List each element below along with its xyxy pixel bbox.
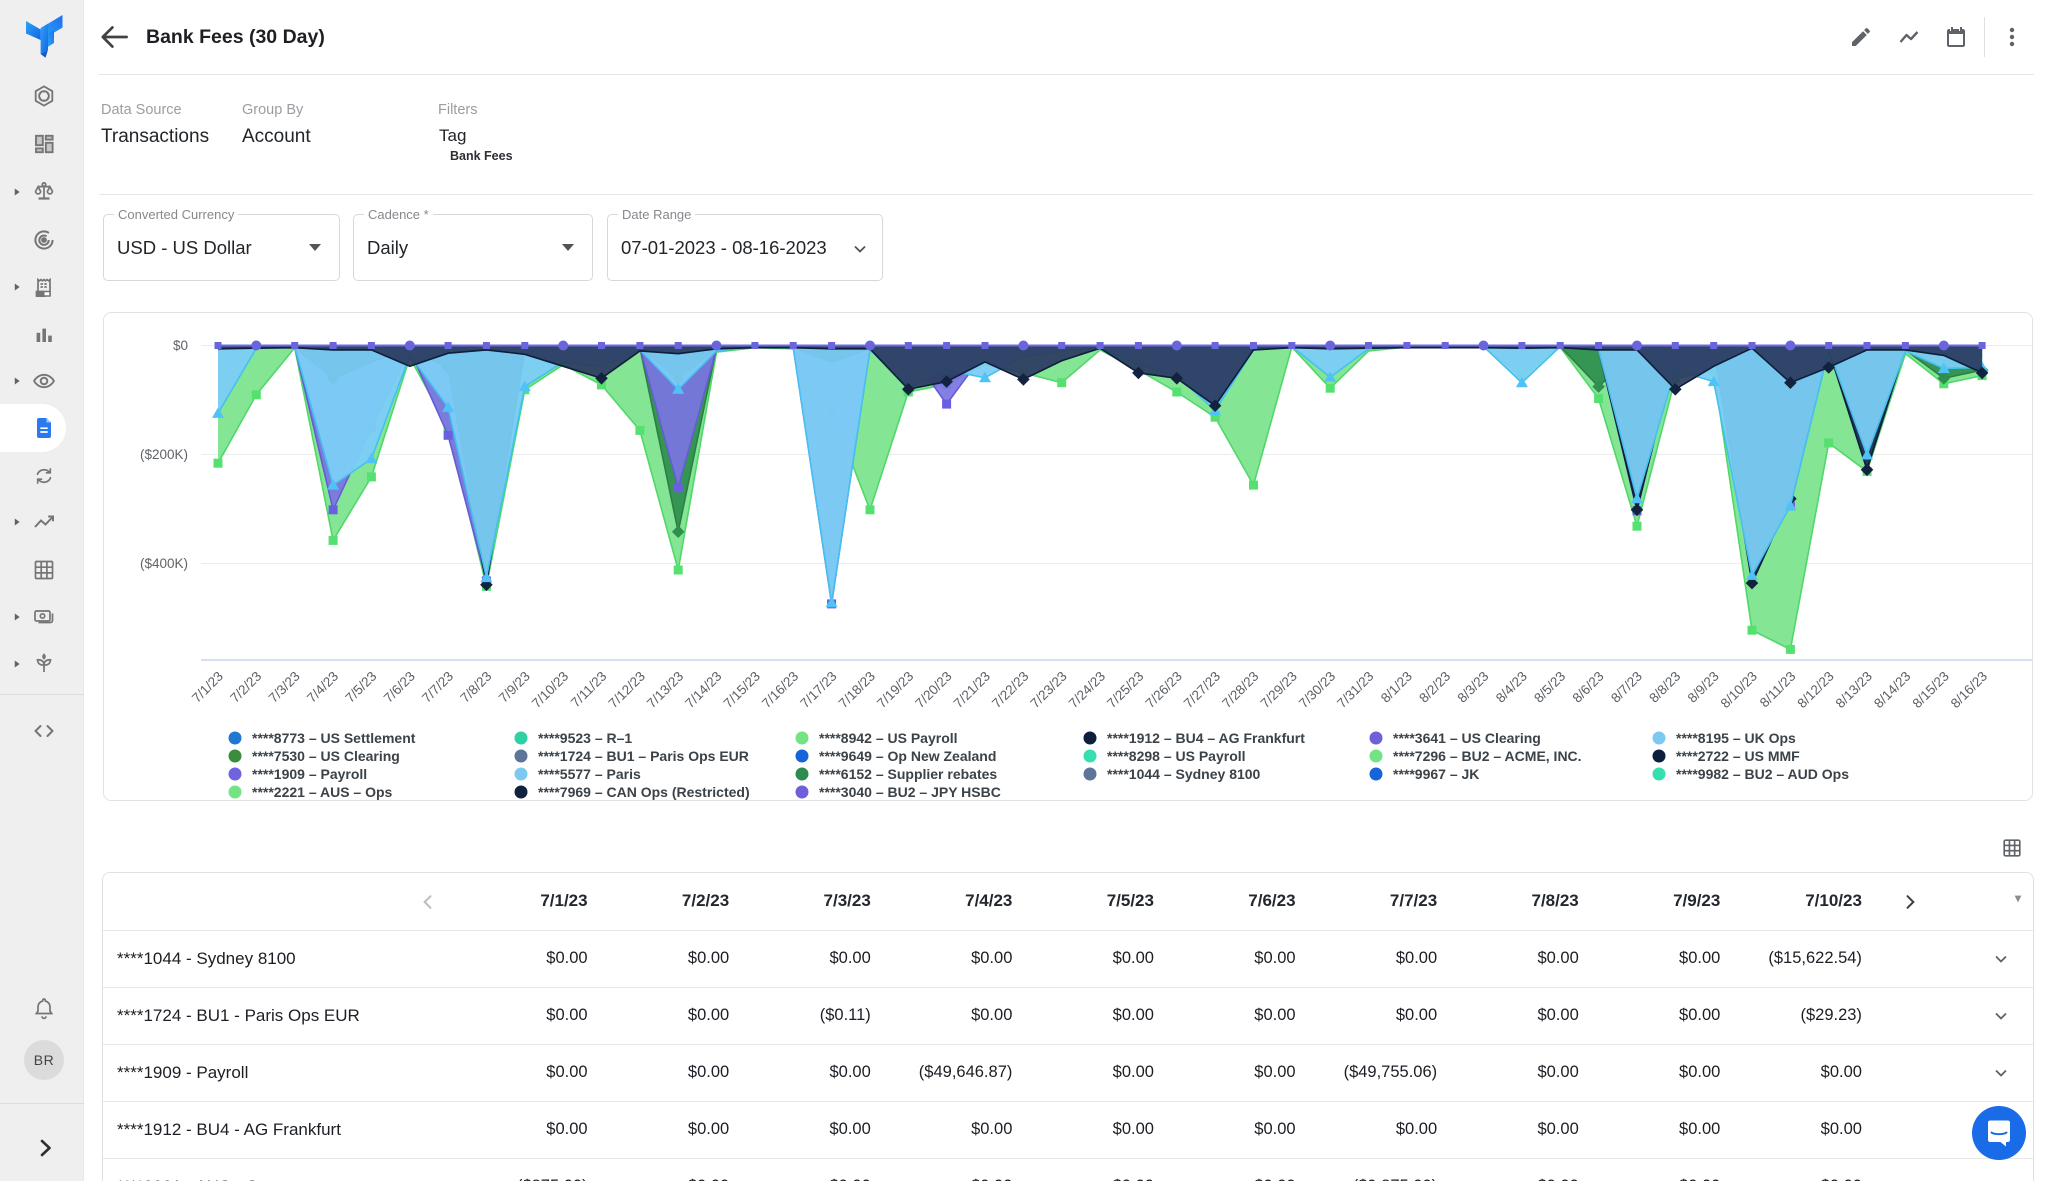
svg-text:7/29/23: 7/29/23 — [1257, 669, 1299, 711]
svg-text:****1909 – Payroll: ****1909 – Payroll — [252, 766, 367, 782]
svg-text:7/30/23: 7/30/23 — [1296, 669, 1338, 711]
svg-text:8/3/23: 8/3/23 — [1454, 669, 1491, 706]
svg-text:7/7/23: 7/7/23 — [419, 669, 456, 706]
svg-text:7/27/23: 7/27/23 — [1181, 669, 1223, 711]
svg-text:7/6/23: 7/6/23 — [381, 669, 418, 706]
svg-text:****9649 – Op New Zealand: ****9649 – Op New Zealand — [819, 748, 996, 764]
svg-text:8/13/23: 8/13/23 — [1833, 669, 1875, 711]
svg-text:****9982 – BU2 – AUD Ops: ****9982 – BU2 – AUD Ops — [1676, 766, 1849, 782]
svg-text:****7530 – US Clearing: ****7530 – US Clearing — [252, 748, 400, 764]
svg-text:****3641 – US Clearing: ****3641 – US Clearing — [1393, 730, 1541, 746]
svg-text:7/26/23: 7/26/23 — [1142, 669, 1184, 711]
svg-text:7/8/23: 7/8/23 — [457, 669, 494, 706]
svg-text:7/9/23: 7/9/23 — [496, 669, 533, 706]
svg-text:8/4/23: 8/4/23 — [1493, 669, 1530, 706]
svg-text:****1044 – Sydney 8100: ****1044 – Sydney 8100 — [1107, 766, 1261, 782]
svg-text:7/17/23: 7/17/23 — [797, 669, 839, 711]
svg-text:****1724 – BU1 – Paris Ops EUR: ****1724 – BU1 – Paris Ops EUR — [538, 748, 749, 764]
svg-text:****3040 – BU2 – JPY HSBC: ****3040 – BU2 – JPY HSBC — [819, 784, 1001, 800]
svg-text:7/22/23: 7/22/23 — [989, 669, 1031, 711]
svg-text:****8773 – US Settlement: ****8773 – US Settlement — [252, 730, 416, 746]
svg-text:7/14/23: 7/14/23 — [682, 669, 724, 711]
svg-text:8/9/23: 8/9/23 — [1685, 669, 1722, 706]
svg-text:7/24/23: 7/24/23 — [1066, 669, 1108, 711]
svg-text:7/23/23: 7/23/23 — [1027, 669, 1069, 711]
svg-text:7/15/23: 7/15/23 — [721, 669, 763, 711]
svg-text:7/1/23: 7/1/23 — [189, 669, 226, 706]
svg-text:7/16/23: 7/16/23 — [759, 669, 801, 711]
svg-text:****8195 – UK Ops: ****8195 – UK Ops — [1676, 730, 1796, 746]
svg-text:($200K): ($200K) — [140, 447, 188, 462]
svg-text:7/4/23: 7/4/23 — [304, 669, 341, 706]
svg-text:****8942 – US Payroll: ****8942 – US Payroll — [819, 730, 958, 746]
svg-text:7/31/23: 7/31/23 — [1334, 669, 1376, 711]
svg-text:7/5/23: 7/5/23 — [342, 669, 379, 706]
svg-text:7/12/23: 7/12/23 — [606, 669, 648, 711]
svg-text:($400K): ($400K) — [140, 556, 188, 571]
svg-text:$0: $0 — [173, 338, 188, 353]
svg-text:7/21/23: 7/21/23 — [951, 669, 993, 711]
svg-text:8/14/23: 8/14/23 — [1871, 669, 1913, 711]
svg-text:7/11/23: 7/11/23 — [568, 669, 610, 711]
svg-text:8/15/23: 8/15/23 — [1909, 669, 1951, 711]
svg-text:8/7/23: 8/7/23 — [1608, 669, 1645, 706]
svg-text:8/6/23: 8/6/23 — [1570, 669, 1607, 706]
svg-text:7/18/23: 7/18/23 — [836, 669, 878, 711]
svg-text:8/8/23: 8/8/23 — [1646, 669, 1683, 706]
svg-text:7/10/23: 7/10/23 — [529, 669, 571, 711]
svg-text:8/2/23: 8/2/23 — [1416, 669, 1453, 706]
svg-text:8/1/23: 8/1/23 — [1378, 669, 1415, 706]
svg-text:7/19/23: 7/19/23 — [874, 669, 916, 711]
svg-text:7/25/23: 7/25/23 — [1104, 669, 1146, 711]
svg-text:****9523 – R–1: ****9523 – R–1 — [538, 730, 632, 746]
svg-text:8/5/23: 8/5/23 — [1531, 669, 1568, 706]
svg-text:****8298 – US Payroll: ****8298 – US Payroll — [1107, 748, 1246, 764]
svg-text:****2221 – AUS – Ops: ****2221 – AUS – Ops — [252, 784, 393, 800]
svg-text:8/16/23: 8/16/23 — [1948, 669, 1990, 711]
svg-text:7/28/23: 7/28/23 — [1219, 669, 1261, 711]
svg-text:****9967 – JK: ****9967 – JK — [1393, 766, 1479, 782]
svg-text:7/20/23: 7/20/23 — [912, 669, 954, 711]
svg-text:8/11/23: 8/11/23 — [1757, 669, 1799, 711]
svg-text:****1912 – BU4 – AG Frankfurt: ****1912 – BU4 – AG Frankfurt — [1107, 730, 1305, 746]
svg-text:****7296 – BU2 – ACME, INC.: ****7296 – BU2 – ACME, INC. — [1393, 748, 1582, 764]
svg-text:****7969 – CAN Ops (Restricted: ****7969 – CAN Ops (Restricted) — [538, 784, 750, 800]
svg-text:7/2/23: 7/2/23 — [227, 669, 264, 706]
svg-text:****5577 – Paris: ****5577 – Paris — [538, 766, 641, 782]
svg-text:8/10/23: 8/10/23 — [1718, 669, 1760, 711]
svg-text:8/12/23: 8/12/23 — [1794, 669, 1836, 711]
svg-text:****2722 – US MMF: ****2722 – US MMF — [1676, 748, 1800, 764]
svg-text:****6152 – Supplier rebates: ****6152 – Supplier rebates — [819, 766, 997, 782]
svg-text:7/13/23: 7/13/23 — [644, 669, 686, 711]
svg-text:7/3/23: 7/3/23 — [266, 669, 303, 706]
